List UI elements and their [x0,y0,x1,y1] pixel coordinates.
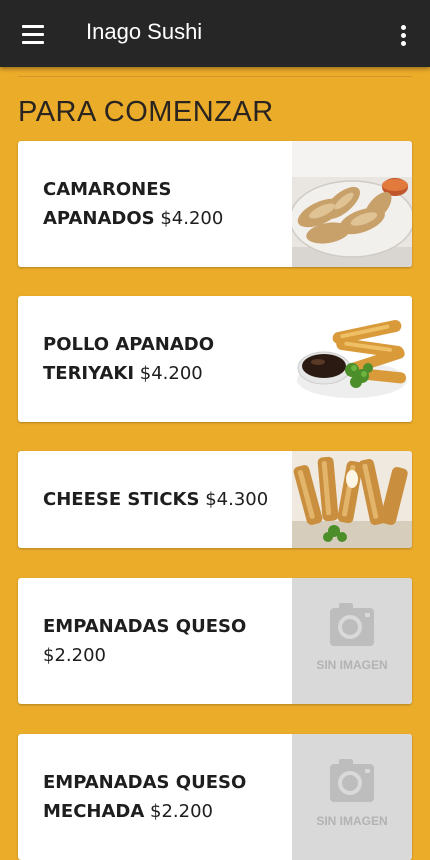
camera-icon [330,759,374,802]
fried-shrimp-photo [292,141,412,267]
section-title: PARA COMENZAR [18,96,274,128]
menu-item-price: $2.200 [150,801,214,822]
menu-item-price: $4.300 [205,489,269,510]
menu-item-text: CAMARONES APANADOS $4.200 [43,141,283,267]
menu-item-card[interactable]: EMPANADAS QUESO $2.200 SIN IMAGEN [18,578,412,704]
menu-item-price: $4.200 [160,208,224,229]
menu-item-text: EMPANADAS QUESO $2.200 [43,578,283,704]
menu-item-text: EMPANADAS QUESO MECHADA $2.200 [43,734,283,860]
app-bar: Inago Sushi [0,0,430,67]
camera-icon [330,603,374,646]
menu-item-card[interactable]: CHEESE STICKS $4.300 [18,451,412,548]
menu-item-text: CHEESE STICKS $4.300 [43,451,283,548]
menu-item-name: EMPANADAS QUESO MECHADA [43,772,247,822]
no-image-placeholder: SIN IMAGEN [292,734,412,860]
menu-item-name: CHEESE STICKS [43,489,200,510]
app-title: Inago Sushi [86,19,203,44]
no-image-label: SIN IMAGEN [316,814,388,828]
menu-item-name: EMPANADAS QUESO [43,616,247,637]
menu-item-card[interactable]: EMPANADAS QUESO MECHADA $2.200 SIN IMAGE… [18,734,412,860]
fried-chicken-teriyaki-photo [292,296,412,422]
more-vert-icon[interactable] [392,20,414,50]
cheese-sticks-photo [292,451,412,548]
menu-item-text: POLLO APANADO TERIYAKI $4.200 [43,296,283,422]
no-image-label: SIN IMAGEN [316,658,388,672]
hamburger-menu-icon[interactable] [16,18,50,52]
menu-item-name: CAMARONES APANADOS [43,179,172,229]
divider [18,76,412,77]
no-image-placeholder: SIN IMAGEN [292,578,412,704]
menu-item-card[interactable]: POLLO APANADO TERIYAKI $4.200 [18,296,412,422]
menu-item-card[interactable]: CAMARONES APANADOS $4.200 [18,141,412,267]
menu-item-price: $2.200 [43,645,106,666]
menu-item-price: $4.200 [139,363,203,384]
